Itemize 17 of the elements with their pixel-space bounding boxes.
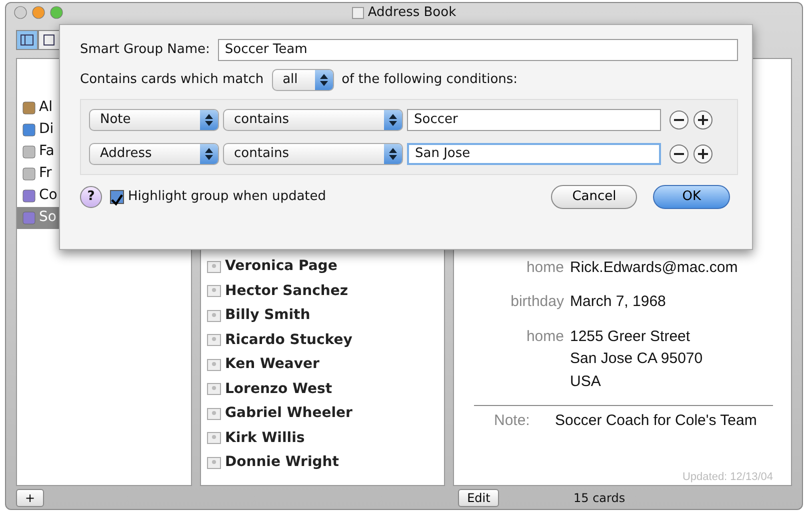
- window-title: Address Book: [368, 4, 456, 22]
- field-value: Rick.Edwards@mac.com: [570, 258, 738, 278]
- note-label: Note:: [493, 411, 531, 432]
- field-label: home: [525, 326, 564, 347]
- field-label: home: [525, 258, 564, 278]
- conditions-label: of the following conditions:: [342, 71, 518, 90]
- card-count: 15 cards: [572, 490, 626, 507]
- match-label: Contains cards which match: [80, 71, 264, 90]
- field-label: birthday: [510, 292, 564, 312]
- field-value: March 7, 1968: [570, 292, 666, 312]
- note-text: Soccer Coach for Cole's Team: [555, 411, 757, 432]
- name-label: Smart Group Name:: [80, 41, 210, 60]
- updated-date: Updated: 12/13/04: [681, 470, 773, 485]
- field-value: San Jose CA 95070: [570, 349, 703, 370]
- field-value: 1255 Greer Street: [570, 326, 692, 347]
- checkbox-label: Highlight group when updated: [128, 188, 326, 206]
- field-value: USA: [570, 372, 602, 392]
